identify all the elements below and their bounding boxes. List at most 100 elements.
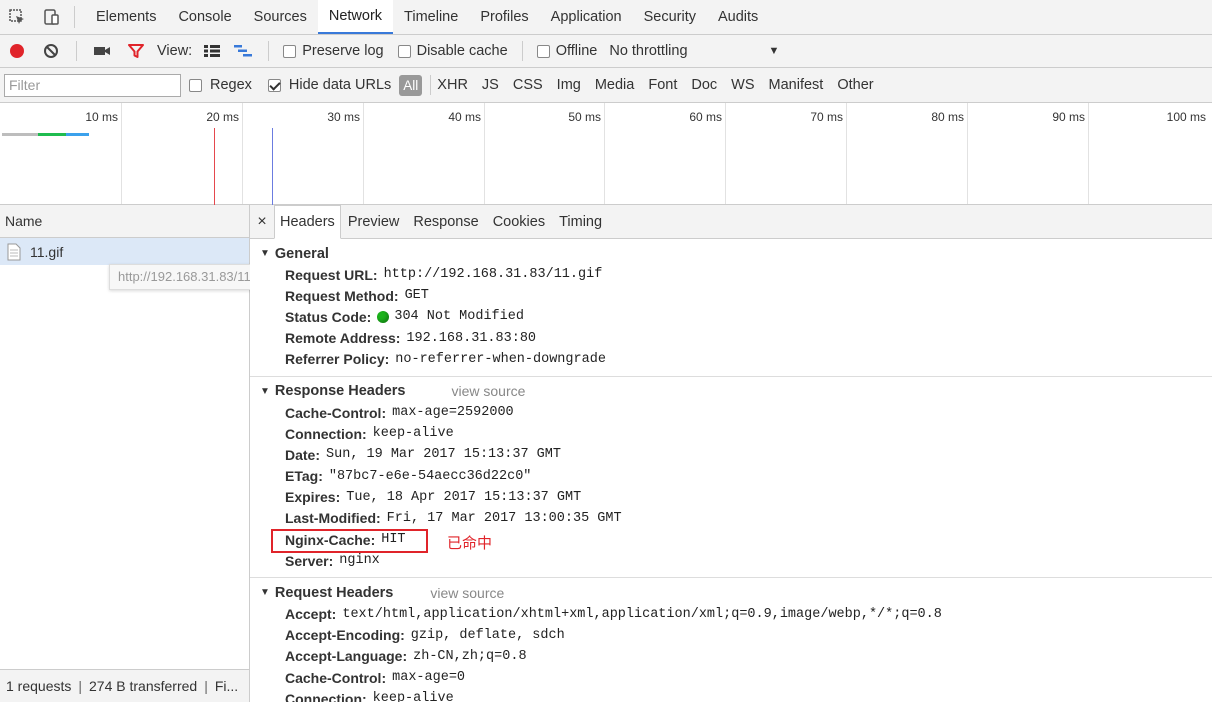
- header-value: 304 Not Modified: [394, 309, 524, 325]
- filter-type-doc[interactable]: Doc: [691, 77, 717, 93]
- header-value: max-age=0: [392, 670, 466, 686]
- waterfall-view-button[interactable]: [226, 35, 260, 68]
- header-key: Request URL:: [285, 266, 378, 283]
- section-title: Response Headers: [274, 383, 406, 400]
- header-key: Connection:: [285, 690, 367, 702]
- tab-timing[interactable]: Timing: [552, 205, 609, 238]
- overview-request-bar-waiting: [2, 133, 38, 136]
- tab-response[interactable]: Response: [406, 205, 485, 238]
- network-overview-timeline[interactable]: 10 ms 20 ms 30 ms 40 ms 50 ms 60 ms 70 m…: [0, 103, 1212, 205]
- offline-checkbox[interactable]: [536, 44, 550, 58]
- inspect-element-icon[interactable]: [0, 0, 34, 34]
- finish-time: Fi...: [214, 678, 239, 694]
- overview-gridline: [604, 103, 605, 204]
- tab-preview[interactable]: Preview: [341, 205, 407, 238]
- tab-security[interactable]: Security: [633, 0, 707, 34]
- filter-type-all[interactable]: All: [399, 74, 423, 96]
- filter-icon: [128, 44, 144, 58]
- filter-type-other[interactable]: Other: [837, 77, 873, 93]
- filter-input[interactable]: [4, 73, 181, 97]
- header-row: ETag: "87bc7-e6e-54aecc36d22c0": [250, 466, 1212, 487]
- capture-screenshots-button[interactable]: [85, 35, 119, 68]
- filter-type-img[interactable]: Img: [557, 77, 581, 93]
- disable-cache-checkbox[interactable]: [397, 44, 411, 58]
- record-button[interactable]: [0, 35, 34, 68]
- requests-count: 1 requests: [6, 678, 72, 694]
- general-section: ▼ General Request URL: http://192.168.31.…: [250, 239, 1212, 377]
- preserve-log-checkbox[interactable]: [283, 44, 297, 58]
- close-icon[interactable]: ×: [250, 205, 274, 238]
- clear-button[interactable]: [34, 35, 68, 68]
- overview-gridline: [846, 103, 847, 204]
- request-row[interactable]: 11.gif: [0, 238, 249, 265]
- filter-type-js[interactable]: JS: [482, 77, 499, 93]
- tab-timeline[interactable]: Timeline: [393, 0, 469, 34]
- filter-type-css[interactable]: CSS: [513, 77, 543, 93]
- header-key: Status Code:: [285, 308, 372, 325]
- header-key: Expires:: [285, 489, 341, 506]
- filter-type-manifest[interactable]: Manifest: [769, 77, 824, 93]
- overview-tick-label: 30 ms: [327, 110, 360, 124]
- hide-data-urls-checkbox[interactable]: [267, 78, 281, 92]
- header-key: ETag:: [285, 468, 323, 485]
- filter-type-font[interactable]: Font: [648, 77, 677, 93]
- view-source-link[interactable]: view source: [451, 383, 525, 399]
- triangle-down-icon: ▼: [260, 248, 270, 259]
- overview-gridline: [1088, 103, 1089, 204]
- header-row: Accept-Encoding: gzip, deflate, sdch: [250, 625, 1212, 646]
- overview-tick-label: 100 ms: [1166, 110, 1206, 124]
- response-headers-toggle[interactable]: ▼ Response Headers view source: [250, 381, 1212, 402]
- header-row: Request Method: GET: [250, 285, 1212, 306]
- overview-gridline: [242, 103, 243, 204]
- request-headers-toggle[interactable]: ▼ Request Headers view source: [250, 582, 1212, 603]
- column-header-name[interactable]: Name: [0, 205, 249, 238]
- large-rows-view-button[interactable]: [198, 35, 226, 68]
- file-icon: [7, 243, 21, 260]
- filter-type-media[interactable]: Media: [595, 77, 635, 93]
- general-section-toggle[interactable]: ▼ General: [250, 243, 1212, 264]
- tab-application[interactable]: Application: [540, 0, 633, 34]
- header-value: Tue, 18 Apr 2017 15:13:37 GMT: [346, 489, 582, 505]
- header-row: Accept-Language: zh-CN,zh;q=0.8: [250, 646, 1212, 667]
- header-value: zh-CN,zh;q=0.8: [413, 648, 527, 664]
- tab-cookies[interactable]: Cookies: [486, 205, 552, 238]
- throttling-value: No throttling: [609, 43, 688, 59]
- overview-tick-label: 60 ms: [689, 110, 722, 124]
- header-value: gzip, deflate, sdch: [410, 627, 565, 643]
- overview-request-bar-ttfb: [38, 133, 66, 136]
- view-source-link[interactable]: view source: [430, 585, 504, 601]
- header-row: Remote Address: 192.168.31.83:80: [250, 328, 1212, 349]
- header-value: "87bc7-e6e-54aecc36d22c0": [328, 468, 532, 484]
- overview-gridline: [725, 103, 726, 204]
- video-camera-icon: [94, 47, 110, 55]
- filterbar-divider: [430, 75, 432, 95]
- filter-type-ws[interactable]: WS: [731, 77, 754, 93]
- chevron-down-icon: ▼: [768, 45, 780, 57]
- tab-elements[interactable]: Elements: [85, 0, 167, 34]
- filter-type-xhr[interactable]: XHR: [437, 77, 468, 93]
- tabbar-divider: [74, 6, 75, 28]
- tab-profiles[interactable]: Profiles: [469, 0, 539, 34]
- toolbar-divider: [76, 41, 77, 61]
- tab-headers[interactable]: Headers: [274, 205, 341, 239]
- overview-dcl-marker: [214, 128, 215, 205]
- overview-tick-label: 10 ms: [85, 110, 118, 124]
- filter-toggle-button[interactable]: [119, 35, 153, 68]
- regex-checkbox[interactable]: [189, 78, 202, 92]
- tab-audits[interactable]: Audits: [707, 0, 769, 34]
- header-row: Date: Sun, 19 Mar 2017 15:13:37 GMT: [250, 444, 1212, 465]
- header-row: Connection: keep-alive: [250, 688, 1212, 702]
- record-icon: [10, 44, 24, 58]
- header-value: text/html,application/xhtml+xml,applicat…: [342, 606, 942, 622]
- header-key: Accept-Language:: [285, 648, 408, 665]
- tab-console[interactable]: Console: [167, 0, 242, 34]
- header-row: Cache-Control: max-age=2592000: [250, 402, 1212, 423]
- header-key: Cache-Control:: [285, 404, 387, 421]
- header-row: Referrer Policy: no-referrer-when-downgra…: [250, 349, 1212, 370]
- request-headers-section: ▼ Request Headers view source Accept: tex…: [250, 578, 1212, 702]
- overview-gridline: [121, 103, 122, 204]
- tab-sources[interactable]: Sources: [243, 0, 318, 34]
- tab-network[interactable]: Network: [317, 0, 394, 34]
- throttling-select[interactable]: No throttling ▼: [609, 43, 779, 59]
- device-toolbar-icon[interactable]: [34, 0, 68, 34]
